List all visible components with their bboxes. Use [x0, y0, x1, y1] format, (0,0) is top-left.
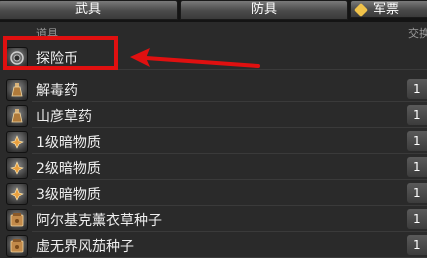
trade-quantity[interactable]: 1: [407, 235, 427, 255]
trade-quantity[interactable]: 1: [407, 105, 427, 125]
trade-quantity[interactable]: 1: [407, 209, 427, 229]
tab-other-label: 军票: [373, 2, 400, 17]
potion-icon: [6, 105, 28, 127]
list-item[interactable]: 2级暗物质 1: [0, 154, 427, 180]
tab-armor[interactable]: 防具: [180, 0, 348, 20]
dark-matter-icon: [6, 157, 28, 179]
item-name: 2级暗物质: [36, 161, 101, 177]
list-item[interactable]: 3级暗物质 1: [0, 180, 427, 206]
pointer-arrow: [130, 48, 260, 68]
tab-other[interactable]: 军票: [350, 0, 427, 18]
list-item[interactable]: 解毒药 1: [0, 76, 427, 102]
item-name: 3级暗物质: [36, 187, 101, 203]
tab-marker-icon: [353, 2, 369, 18]
trade-quantity[interactable]: 1: [407, 131, 427, 151]
highlight-box: [3, 36, 118, 70]
list-item[interactable]: 山彦草药 1: [0, 102, 427, 128]
column-header-trade: 交换: [408, 27, 427, 40]
trade-quantity[interactable]: 1: [407, 157, 427, 177]
tab-weapons[interactable]: 武具: [0, 0, 178, 20]
potion-icon: [6, 79, 28, 101]
item-name: 虚无界风茄种子: [36, 239, 134, 255]
item-name: 阿尔基克薰衣草种子: [36, 213, 162, 229]
category-tabs: 武具 防具 军票: [0, 0, 427, 22]
trade-quantity[interactable]: 1: [407, 183, 427, 203]
item-name: 解毒药: [36, 83, 78, 99]
item-name: 1级暗物质: [36, 135, 101, 151]
list-item[interactable]: 1级暗物质 1: [0, 128, 427, 154]
list-item[interactable]: 虚无界风茄种子 1: [0, 232, 427, 258]
seed-bag-icon: [6, 209, 28, 231]
dark-matter-icon: [6, 183, 28, 205]
trade-quantity[interactable]: 1: [407, 79, 427, 99]
dark-matter-icon: [6, 131, 28, 153]
seed-bag-icon: [6, 235, 28, 257]
list-item[interactable]: 阿尔基克薰衣草种子 1: [0, 206, 427, 232]
item-name: 山彦草药: [36, 109, 92, 125]
